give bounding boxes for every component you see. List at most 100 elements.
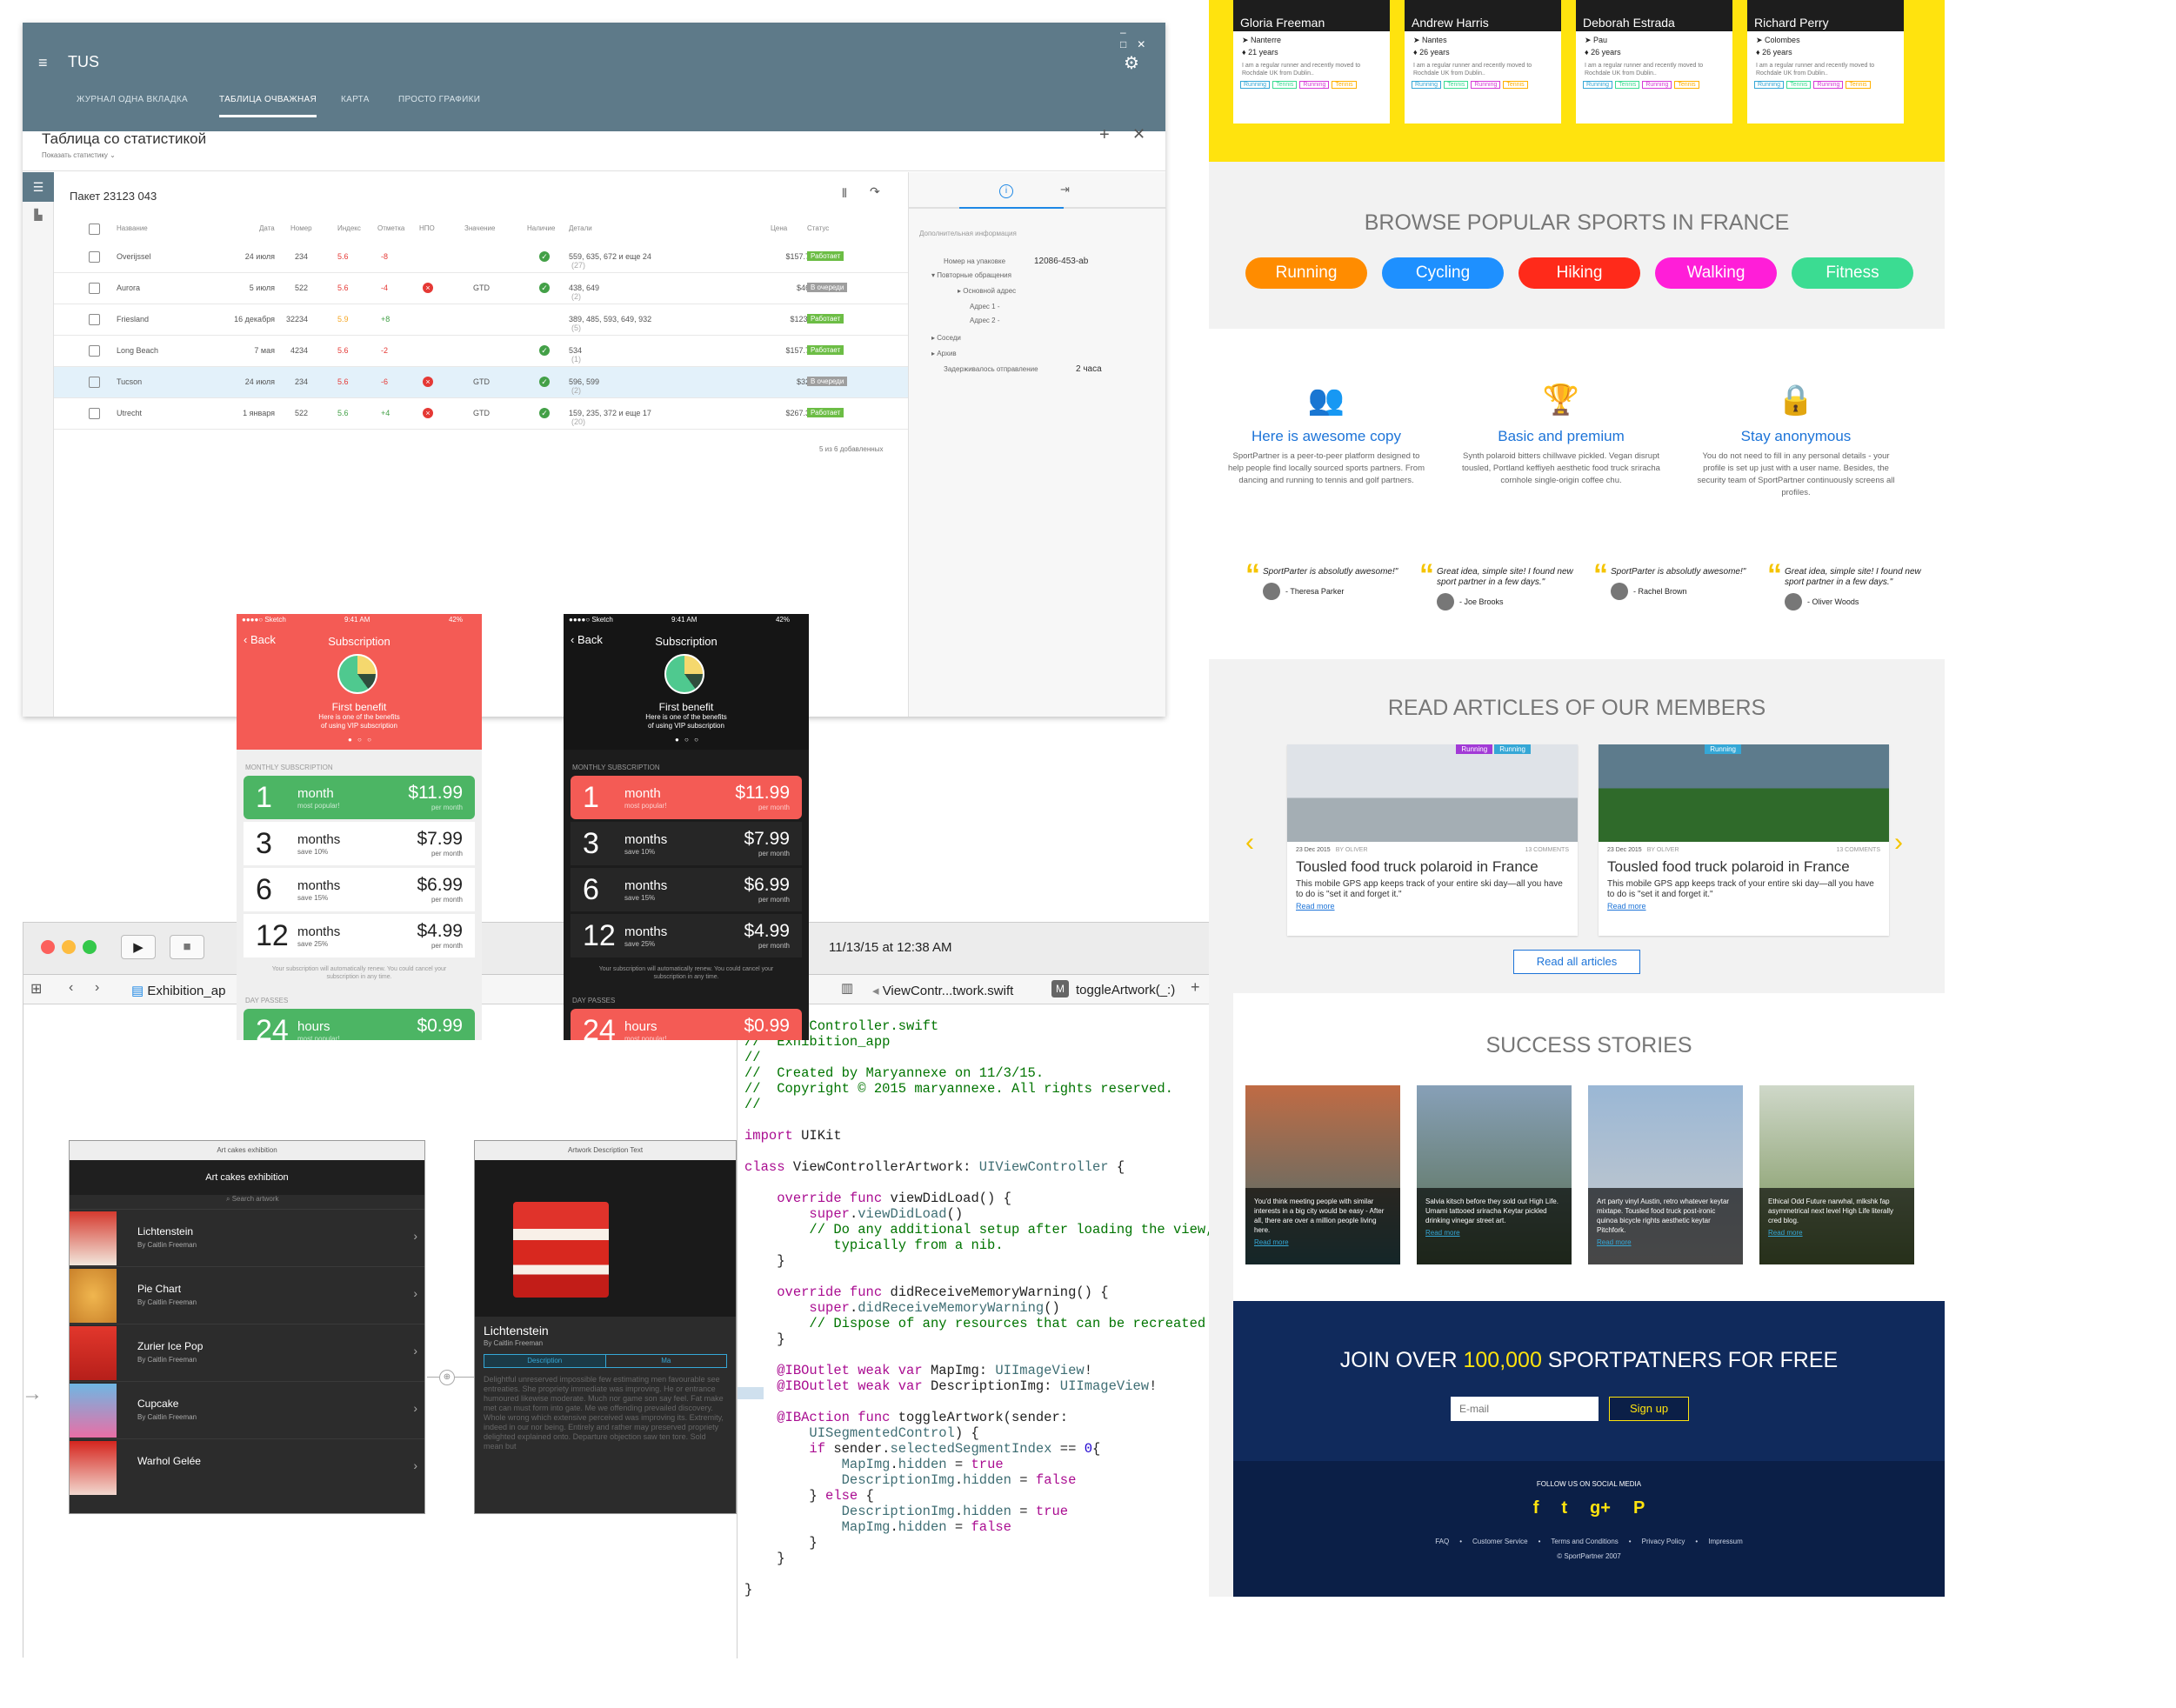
day-pass-option[interactable]: 24 hours most popular! $0.99 [571, 1009, 802, 1040]
footer-link[interactable]: FAQ [1435, 1538, 1449, 1545]
article-read-more[interactable]: Read more [1599, 900, 1889, 912]
member-card[interactable]: Andrew Harris ➤ Nantes ♦ 26 years I am a re… [1405, 0, 1561, 123]
member-card[interactable]: Richard Perry ➤ Colombes ♦ 26 years I am a … [1747, 0, 1904, 123]
code-editor[interactable]: // ViewController.swift // Exhibition_ap… [737, 1004, 1236, 1658]
footer-link[interactable]: Privacy Policy [1642, 1538, 1685, 1545]
table-row[interactable]: Overijssel 24 июля 234 5.6 -8 ✓ 559, 635, 672 … [54, 242, 908, 273]
col-name[interactable]: Название [117, 224, 148, 232]
export-icon[interactable]: ⇥ [1060, 183, 1070, 197]
col-status[interactable]: Статус [807, 224, 829, 232]
list-icon[interactable]: ☰ [23, 172, 54, 202]
col-details[interactable]: Детали [569, 224, 592, 232]
tab-charts[interactable]: ПРОСТО ГРАФИКИ [398, 95, 480, 104]
tab-table[interactable]: ТАБЛИЦА ОЧВАЖНАЯ [219, 95, 317, 117]
back-icon[interactable]: ‹ [69, 980, 73, 996]
row-checkbox[interactable] [89, 377, 100, 388]
table-row[interactable]: Aurora 5 июля 522 5.6 -4 × GTD ✓ 438, 649 (2) $463… [54, 273, 908, 304]
right-file-tab[interactable]: ◂ ViewContr...twork.swift [872, 983, 1013, 998]
page-dots[interactable]: ● ○ ○ [675, 736, 700, 744]
article-card[interactable]: Running 23 Dec 2015 BY OLIVER 13 COMMENTS To… [1599, 744, 1889, 936]
story-read-more[interactable]: Read more [1254, 1238, 1392, 1246]
show-stats-toggle[interactable]: Показать статистику ⌄ [42, 151, 116, 159]
redo-icon[interactable]: ↷ [870, 184, 880, 199]
forward-icon[interactable]: › [95, 980, 99, 996]
chart-icon[interactable]: ▙ [23, 202, 54, 228]
table-row[interactable]: Utrecht 1 января 522 5.6 +4 × GTD ✓ 159, 235, 37… [54, 398, 908, 430]
sport-tag[interactable]: Running [1642, 81, 1672, 89]
method-tab[interactable]: toggleArtwork(_:) [1076, 983, 1175, 997]
split-icon[interactable]: ▥ [841, 980, 853, 996]
plan-option[interactable]: 6 months save 15% $6.99 per month [571, 868, 802, 911]
plan-option[interactable]: 6 months save 15% $6.99 per month [244, 868, 475, 911]
sport-tag[interactable]: Running [1471, 81, 1501, 89]
facebook-icon[interactable]: f [1533, 1498, 1539, 1518]
run-button[interactable]: ▶ [121, 935, 156, 959]
sport-tag[interactable]: Tennis [1674, 81, 1699, 89]
sport-tag[interactable]: Running [1240, 81, 1271, 89]
sport-pill-running[interactable]: Running [1245, 257, 1367, 289]
day-pass-option[interactable]: 24 hours most popular! $0.99 [244, 1009, 475, 1040]
artwork-list-item[interactable]: Cupcake By Caitlin Freeman › [70, 1381, 424, 1438]
col-mark[interactable]: Отметка [377, 224, 404, 232]
signup-button[interactable]: Sign up [1609, 1397, 1689, 1421]
artwork-list-item[interactable]: Pie Chart By Caitlin Freeman › [70, 1266, 424, 1324]
table-row[interactable]: Long Beach 7 мая 4234 5.6 -2 ✓ 534 (1) $157.73 Ра… [54, 336, 908, 367]
segue-icon[interactable]: ⊕ [439, 1370, 455, 1385]
minimize-window-button[interactable] [62, 940, 76, 954]
sport-tag[interactable]: Tennis [1503, 81, 1528, 89]
row-checkbox[interactable] [89, 345, 100, 357]
sport-tag[interactable]: Running [1583, 81, 1613, 89]
sport-tag[interactable]: Running [1412, 81, 1442, 89]
artwork-list-item[interactable]: Warhol Gelée › [70, 1438, 424, 1496]
page-dots[interactable]: ● ○ ○ [348, 736, 373, 744]
plan-option[interactable]: 12 months save 25% $4.99 per month [244, 914, 475, 957]
story-read-more[interactable]: Read more [1597, 1238, 1734, 1246]
sport-pill-hiking[interactable]: Hiking [1519, 257, 1640, 289]
plan-option[interactable]: 1 month most popular! $11.99 per month [244, 776, 475, 819]
story-card[interactable]: Salvia kitsch before they sold out High … [1417, 1085, 1572, 1264]
sport-pill-fitness[interactable]: Fitness [1792, 257, 1913, 289]
footer-link[interactable]: Customer Service [1472, 1538, 1528, 1545]
minimize-button[interactable]: – [1120, 26, 1137, 38]
segmented-control[interactable]: Description Ma [484, 1354, 727, 1368]
twitter-icon[interactable]: t [1561, 1498, 1567, 1518]
member-card[interactable]: Deborah Estrada ➤ Pau ♦ 26 years I am a reg… [1576, 0, 1732, 123]
row-checkbox[interactable] [89, 408, 100, 419]
stop-button[interactable]: ■ [170, 935, 204, 959]
footer-link[interactable]: Impressum [1708, 1538, 1743, 1545]
story-card[interactable]: Ethical Odd Future narwhal, mlkshk fap a… [1759, 1085, 1914, 1264]
col-value[interactable]: Значение [464, 224, 495, 232]
next-arrow-icon[interactable]: › [1894, 828, 1903, 857]
story-read-more[interactable]: Read more [1425, 1229, 1563, 1237]
tab-map[interactable]: КАРТА [341, 95, 370, 104]
plan-option[interactable]: 1 month most popular! $11.99 per month [571, 776, 802, 819]
article-card[interactable]: Running Running 23 Dec 2015 BY OLIVER 13 COM… [1287, 744, 1578, 936]
table-row[interactable]: Tucson 24 июля 234 5.6 -6 × GTD ✓ 596, 599 (2) $32… [54, 367, 908, 398]
sport-tag[interactable]: Tennis [1332, 81, 1357, 89]
article-read-more[interactable]: Read more [1287, 900, 1578, 912]
tab-journal[interactable]: ЖУРНАЛ ОДНА ВКЛАДКА [77, 95, 188, 104]
sport-tag[interactable]: Tennis [1444, 81, 1469, 89]
row-checkbox[interactable] [89, 283, 100, 294]
close-window-button[interactable] [41, 940, 55, 954]
grid-icon[interactable]: ⊞ [30, 980, 42, 997]
menu-icon[interactable]: ≡ [38, 54, 48, 72]
col-date[interactable]: Дата [259, 224, 275, 232]
neighbors-toggle[interactable]: ▸ Соседи [931, 334, 961, 342]
col-index[interactable]: Индекс [337, 224, 361, 232]
plan-option[interactable]: 3 months save 10% $7.99 per month [244, 822, 475, 865]
prev-arrow-icon[interactable]: ‹ [1245, 828, 1254, 857]
sport-tag[interactable]: Running [1754, 81, 1785, 89]
footer-link[interactable]: Terms and Conditions [1551, 1538, 1618, 1545]
add-editor-icon[interactable]: + [1191, 978, 1200, 997]
close-icon[interactable]: ✕ [1132, 125, 1145, 143]
window-controls[interactable]: –□✕ [1120, 26, 1165, 50]
artwork-list-item[interactable]: Zurier Ice Pop By Caitlin Freeman › [70, 1324, 424, 1381]
col-npo[interactable]: НПО [419, 224, 435, 232]
story-read-more[interactable]: Read more [1768, 1229, 1906, 1237]
row-checkbox[interactable] [89, 251, 100, 263]
article-tag[interactable]: Running [1705, 744, 1741, 754]
sport-tag[interactable]: Running [1299, 81, 1330, 89]
bar-chart-icon[interactable]: ⫴ [842, 186, 847, 201]
sport-pill-cycling[interactable]: Cycling [1382, 257, 1504, 289]
